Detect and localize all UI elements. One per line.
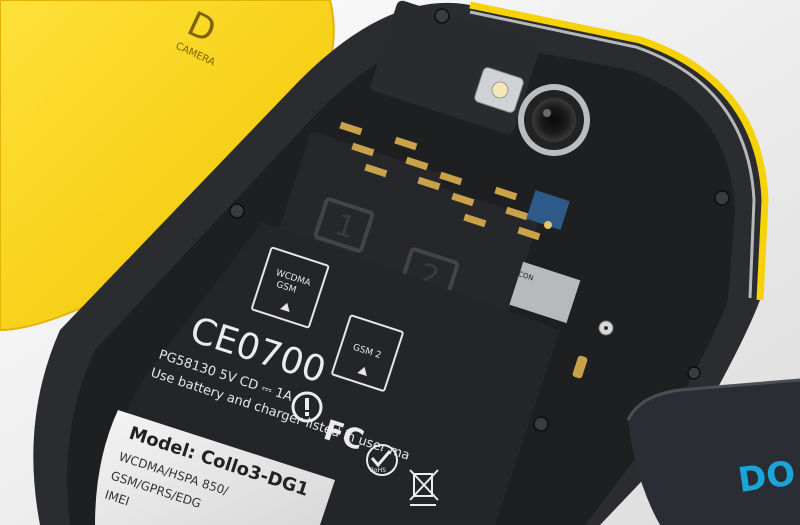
battery: DO [626,378,800,525]
battery-brand: DO [736,453,798,501]
phone-back-photo: D CAMERA 1 2 ICON WCDMA GSM GSM 2 CE0700… [0,0,800,525]
photo-canvas: D CAMERA 1 2 ICON WCDMA GSM GSM 2 CE0700… [0,0,800,525]
rohs-mark: RoHS [370,467,386,474]
